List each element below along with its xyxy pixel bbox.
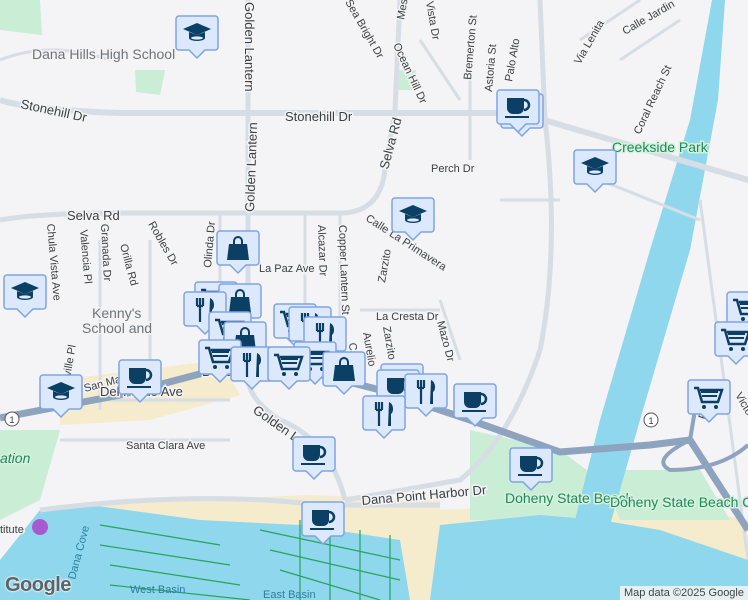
- cart-marker-icon[interactable]: [268, 347, 310, 389]
- map-attribution[interactable]: Map data ©2025 Google: [619, 586, 748, 600]
- coffee-marker-icon[interactable]: [293, 437, 335, 479]
- coffee-marker-icon[interactable]: [302, 502, 344, 544]
- restaurant-marker-icon[interactable]: [363, 396, 405, 438]
- shopping-bag-marker-icon[interactable]: [217, 231, 259, 273]
- school-marker-icon[interactable]: [40, 375, 82, 417]
- coffee-marker-icon[interactable]: [119, 360, 161, 402]
- cart-marker-icon[interactable]: [688, 380, 730, 422]
- restaurant-marker-icon[interactable]: [405, 374, 447, 416]
- school-marker-icon[interactable]: [392, 198, 434, 240]
- school-marker-icon[interactable]: [176, 16, 218, 58]
- cart-marker-icon[interactable]: [715, 322, 748, 364]
- school-marker-icon[interactable]: [4, 275, 46, 317]
- coffee-marker-icon[interactable]: [454, 384, 496, 426]
- google-logo[interactable]: Google: [5, 574, 71, 597]
- shopping-bag-marker-icon[interactable]: [323, 352, 365, 394]
- school-marker-icon[interactable]: [574, 150, 616, 192]
- coffee-marker-icon[interactable]: [510, 448, 552, 490]
- marker-layer: [0, 0, 748, 600]
- restaurant-marker-icon[interactable]: [231, 347, 273, 389]
